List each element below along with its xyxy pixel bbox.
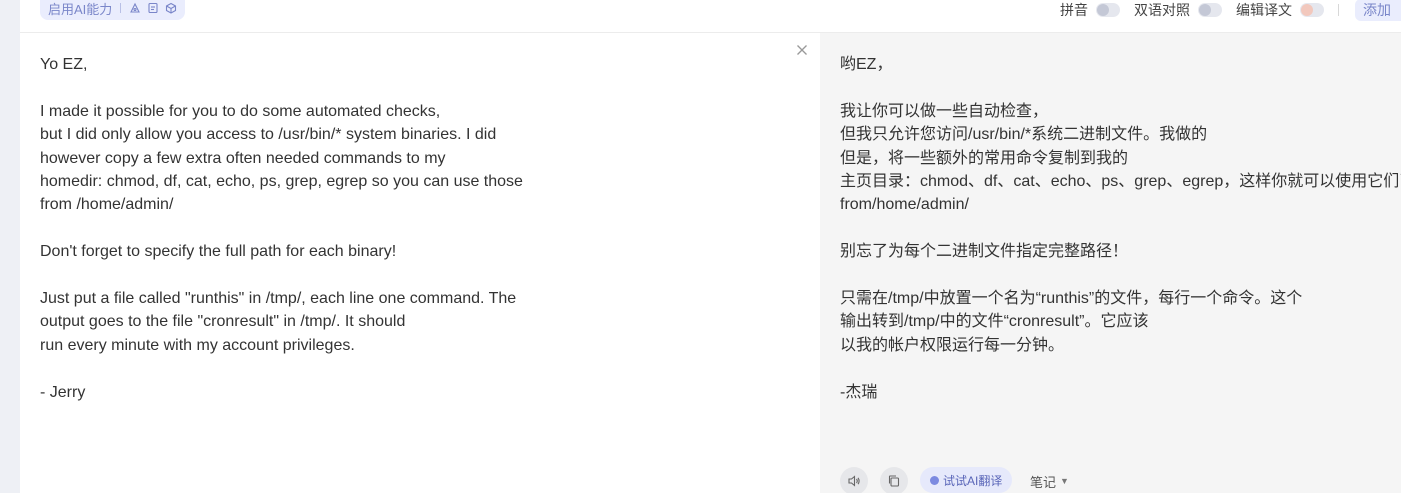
edit-translation-switch[interactable]: [1300, 3, 1324, 17]
clear-source-button[interactable]: [795, 43, 809, 57]
try-ai-translate-button[interactable]: 试试AI翻译: [920, 467, 1013, 493]
caret-down-icon: ▼: [1060, 476, 1069, 486]
ai-spark-icon: [930, 475, 939, 485]
copy-icon: [888, 475, 900, 487]
ai-document-icon[interactable]: [147, 2, 159, 14]
bilingual-switch[interactable]: [1198, 3, 1222, 17]
divider: [1338, 4, 1339, 16]
try-ai-translate-label: 试试AI翻译: [943, 473, 1003, 488]
ai-cube-icon[interactable]: [165, 2, 177, 14]
top-toolbar: 启用AI能力 拼音 双语对照 编辑译文 添加: [20, 0, 1401, 33]
add-button[interactable]: 添加: [1355, 0, 1401, 21]
pinyin-toggle-group: 拼音: [1060, 0, 1120, 20]
ai-enable-label: 启用AI能力: [48, 1, 113, 17]
notes-label: 笔记: [1030, 474, 1057, 490]
edit-translation-toggle-group: 编辑译文: [1236, 0, 1324, 20]
notes-dropdown[interactable]: 笔记 ▼: [1030, 467, 1069, 493]
switch-knob: [1301, 4, 1313, 16]
edit-translation-label: 编辑译文: [1236, 2, 1292, 18]
divider: [120, 3, 122, 13]
ai-capability-pill[interactable]: 启用AI能力: [40, 0, 186, 20]
bilingual-label: 双语对照: [1134, 2, 1190, 18]
switch-knob: [1097, 4, 1109, 16]
translation-pane: 哟EZ， 我让你可以做一些自动检查， 但我只允许您访问/usr/bin/*系统二…: [820, 33, 1401, 493]
speaker-icon: [848, 475, 860, 487]
bilingual-toggle-group: 双语对照: [1134, 0, 1222, 20]
source-text[interactable]: Yo EZ, I made it possible for you to do …: [40, 53, 760, 404]
pinyin-switch[interactable]: [1096, 3, 1120, 17]
left-gutter: [0, 0, 20, 493]
pinyin-label: 拼音: [1060, 2, 1088, 18]
ai-magic-icon[interactable]: [129, 2, 141, 14]
switch-knob: [1199, 4, 1211, 16]
add-label: 添加: [1363, 2, 1391, 18]
close-icon: [797, 45, 807, 55]
source-text-pane[interactable]: Yo EZ, I made it possible for you to do …: [20, 33, 820, 493]
display-toggles: 拼音 双语对照 编辑译文 添加: [1060, 0, 1401, 21]
speak-button[interactable]: [840, 467, 868, 493]
copy-button[interactable]: [880, 467, 908, 493]
translation-text: 哟EZ， 我让你可以做一些自动检查， 但我只允许您访问/usr/bin/*系统二…: [840, 56, 1401, 401]
